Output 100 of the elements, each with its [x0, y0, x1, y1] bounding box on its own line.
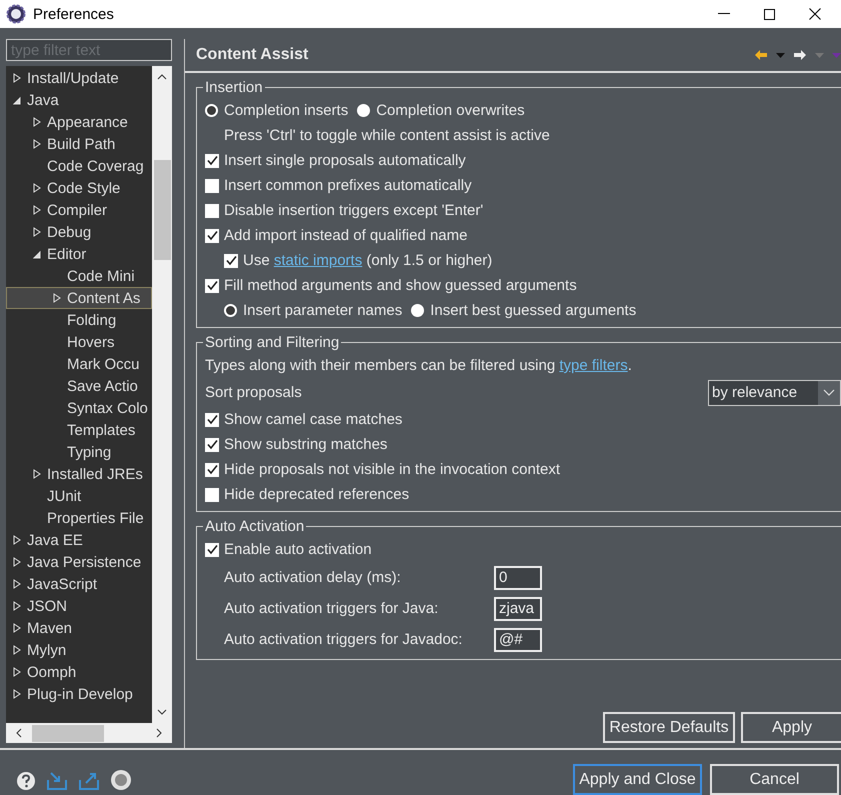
radio-label[interactable]: Completion inserts [224, 102, 348, 119]
collapsed-triangle-icon[interactable] [13, 557, 21, 567]
input-field[interactable]: zjava [494, 596, 542, 620]
radio-button[interactable] [205, 104, 218, 117]
radio-label[interactable]: Insert parameter names [243, 302, 402, 319]
collapsed-triangle-icon[interactable] [13, 601, 21, 611]
tree-item[interactable]: Folding [6, 309, 152, 331]
tree-item[interactable]: Properties File [6, 507, 152, 529]
checkbox[interactable] [205, 228, 219, 242]
scroll-left-icon[interactable] [16, 728, 22, 738]
dropdown-triangle-icon[interactable] [776, 52, 785, 58]
tree-item[interactable]: Appearance [6, 111, 152, 133]
scroll-up-icon[interactable] [157, 74, 167, 80]
collapsed-triangle-icon[interactable] [13, 623, 21, 633]
checkbox[interactable] [205, 412, 219, 426]
forward-arrow-icon[interactable] [793, 49, 807, 61]
checkbox-label[interactable]: Show camel case matches [224, 411, 402, 428]
checkbox-label[interactable]: Use static imports (only 1.5 or higher) [243, 252, 492, 269]
checkbox-label[interactable]: Hide deprecated references [224, 486, 410, 503]
checkbox-label[interactable]: Fill method arguments and show guessed arguments [224, 277, 577, 294]
scrollbar-thumb[interactable] [32, 724, 104, 742]
scrollbar-thumb[interactable] [154, 160, 170, 260]
input-field[interactable]: 0 [494, 566, 542, 590]
tree-item[interactable]: Code Mini [6, 265, 152, 287]
tree-item[interactable]: Java EE [6, 529, 152, 551]
checkbox-label[interactable]: Enable auto activation [224, 541, 372, 558]
tree-item[interactable]: Editor [6, 243, 152, 265]
close-icon[interactable] [809, 8, 821, 20]
checkbox-label[interactable]: Insert single proposals automatically [224, 152, 466, 169]
collapsed-triangle-icon[interactable] [13, 73, 21, 83]
page-button[interactable]: Restore Defaults [603, 712, 735, 743]
collapsed-triangle-icon[interactable] [13, 689, 21, 699]
scroll-right-icon[interactable] [156, 728, 162, 738]
checkbox[interactable] [205, 488, 219, 502]
tree-item[interactable]: Maven [6, 617, 152, 639]
tree-item[interactable]: Debug [6, 221, 152, 243]
checkbox[interactable] [205, 178, 219, 192]
checkbox[interactable] [205, 204, 219, 218]
tree-item[interactable]: JUnit [6, 485, 152, 507]
sort-dropdown[interactable]: by relevance [708, 380, 841, 406]
tree-item[interactable]: Java Persistence [6, 551, 152, 573]
checkbox-label[interactable]: Show substring matches [224, 436, 388, 453]
expanded-triangle-icon[interactable] [33, 249, 41, 259]
checkbox[interactable] [224, 254, 238, 268]
tree-item[interactable]: Templates [6, 419, 152, 441]
checkbox[interactable] [205, 154, 219, 168]
tree-item[interactable]: Code Style [6, 177, 152, 199]
tree-item[interactable]: Compiler [6, 199, 152, 221]
collapsed-triangle-icon[interactable] [13, 645, 21, 655]
radio-label[interactable]: Completion overwrites [376, 102, 525, 119]
tree-item[interactable]: Java [6, 89, 152, 111]
checkbox-label[interactable]: Disable insertion triggers except 'Enter' [224, 202, 484, 219]
scroll-down-icon[interactable] [157, 709, 167, 715]
collapsed-triangle-icon[interactable] [13, 535, 21, 545]
radio-button[interactable] [224, 304, 237, 317]
dialog-button[interactable]: Apply and Close [573, 764, 702, 795]
tree-item[interactable]: Code Coverag [6, 155, 152, 177]
collapsed-triangle-icon[interactable] [33, 139, 41, 149]
tree-item[interactable]: Installed JREs [6, 463, 152, 485]
tree-item[interactable]: JSON [6, 595, 152, 617]
tree-item[interactable]: Save Actio [6, 375, 152, 397]
tree-item[interactable]: Typing [6, 441, 152, 463]
radio-label[interactable]: Insert best guessed arguments [430, 302, 636, 319]
radio-button[interactable] [411, 304, 424, 317]
tree-item[interactable]: Oomph [6, 661, 152, 683]
help-icon[interactable] [16, 771, 36, 791]
collapsed-triangle-icon[interactable] [13, 667, 21, 677]
input-field[interactable]: @# [494, 628, 542, 652]
checkbox-label[interactable]: Insert common prefixes automatically [224, 177, 472, 194]
checkbox-label[interactable]: Add import instead of qualified name [224, 227, 468, 244]
tree-item[interactable]: Content As [6, 287, 152, 309]
tree-item[interactable]: Mylyn [6, 639, 152, 661]
scrollbar[interactable] [152, 66, 172, 723]
collapsed-triangle-icon[interactable] [33, 183, 41, 193]
tree-item[interactable]: Mark Occu [6, 353, 152, 375]
tree-item[interactable]: Hovers [6, 331, 152, 353]
expanded-triangle-icon[interactable] [13, 95, 21, 105]
checkbox[interactable] [205, 278, 219, 292]
back-arrow-icon[interactable] [754, 49, 768, 61]
collapsed-triangle-icon[interactable] [53, 293, 61, 303]
tree-item[interactable]: Syntax Colo [6, 397, 152, 419]
tree-item[interactable]: Plug-in Develop [6, 683, 152, 705]
maximize-icon[interactable] [764, 8, 775, 20]
collapsed-triangle-icon[interactable] [33, 205, 41, 215]
dialog-button[interactable]: Cancel [710, 764, 839, 795]
checkbox-label[interactable]: Hide proposals not visible in the invocation context [224, 461, 560, 478]
radio-button[interactable] [357, 104, 370, 117]
horizontal-scrollbar[interactable] [6, 723, 172, 743]
record-icon[interactable] [110, 769, 132, 791]
tree-item[interactable]: JavaScript [6, 573, 152, 595]
tree-item[interactable]: Install/Update [6, 67, 152, 89]
checkbox[interactable] [205, 542, 219, 556]
collapsed-triangle-icon[interactable] [33, 227, 41, 237]
tree-item[interactable]: Build Path [6, 133, 152, 155]
checkbox[interactable] [205, 462, 219, 476]
collapsed-triangle-icon[interactable] [33, 117, 41, 127]
checkbox[interactable] [205, 438, 219, 452]
collapsed-triangle-icon[interactable] [33, 469, 41, 479]
minimize-icon[interactable] [718, 13, 730, 15]
page-button[interactable]: Apply [741, 712, 841, 743]
